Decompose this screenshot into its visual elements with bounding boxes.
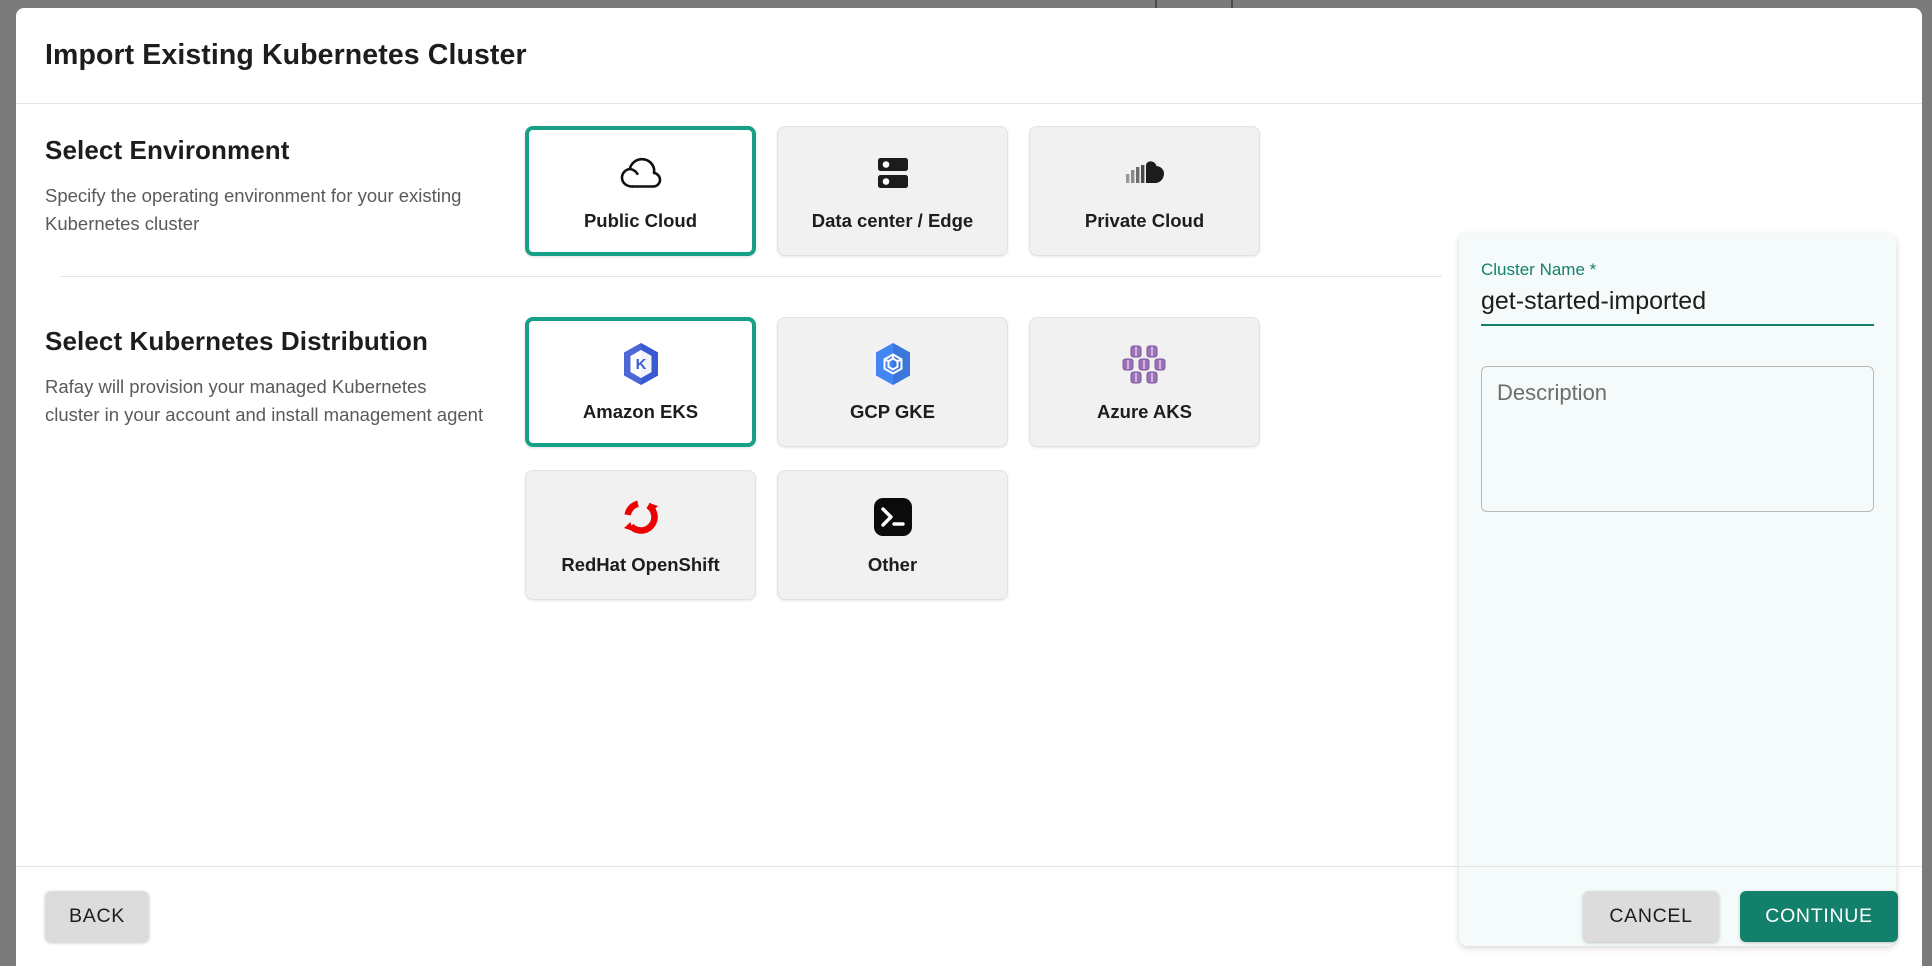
distribution-card-label: GCP GKE — [850, 401, 935, 422]
amazon-eks-icon: K — [620, 341, 662, 387]
dialog-body: Select Environment Specify the operating… — [16, 104, 1922, 946]
import-cluster-dialog: Import Existing Kubernetes Cluster Selec… — [16, 8, 1922, 966]
screen: Import Existing Kubernetes Cluster Selec… — [0, 0, 1932, 966]
distribution-card-azure-aks[interactable]: Azure AKS — [1029, 317, 1260, 447]
section-distribution-description: Rafay will provision your managed Kubern… — [45, 376, 484, 426]
distribution-card-amazon-eks[interactable]: K Amazon EKS — [525, 317, 756, 447]
distribution-card-gcp-gke[interactable]: GCP GKE — [777, 317, 1008, 447]
cancel-button[interactable]: CANCEL — [1583, 891, 1719, 942]
gcp-gke-icon — [872, 341, 914, 387]
section-select-environment: Select Environment Specify the operating… — [45, 104, 1455, 256]
environment-card-label: Private Cloud — [1084, 210, 1205, 231]
distribution-card-label: Azure AKS — [1097, 401, 1192, 422]
cluster-details-panel: Cluster Name * — [1459, 234, 1896, 946]
terminal-icon — [872, 494, 914, 540]
section-environment-title: Select Environment — [45, 135, 290, 165]
distribution-card-label: Other — [867, 554, 918, 575]
section-distribution-text: Select Kubernetes Distribution Rafay wil… — [45, 295, 525, 430]
cloud-outline-icon — [620, 150, 662, 196]
environment-cards: Public Cloud Data center / Edge Private … — [525, 104, 1455, 256]
soundcloud-cloud-icon — [1123, 150, 1167, 196]
distribution-card-other[interactable]: Other — [777, 470, 1008, 600]
server-rack-icon — [874, 150, 912, 196]
cluster-name-label: Cluster Name * — [1481, 260, 1597, 279]
redhat-openshift-icon — [619, 494, 663, 540]
distribution-cards: K Amazon EKS GCP GKE Azure AKS RedHat Op… — [525, 295, 1455, 600]
dialog-footer: BACK CANCEL CONTINUE — [16, 866, 1922, 966]
environment-card-data-center-edge[interactable]: Data center / Edge — [777, 126, 1008, 256]
environment-card-label: Data center / Edge — [811, 210, 974, 231]
section-environment-text: Select Environment Specify the operating… — [45, 104, 525, 239]
footer-actions: CANCEL CONTINUE — [1583, 891, 1898, 942]
continue-button[interactable]: CONTINUE — [1740, 891, 1898, 942]
azure-aks-icon — [1119, 341, 1171, 387]
distribution-card-redhat-openshift[interactable]: RedHat OpenShift — [525, 470, 756, 600]
section-select-distribution: Select Kubernetes Distribution Rafay wil… — [45, 295, 1455, 600]
section-divider — [60, 276, 1442, 277]
distribution-card-label: RedHat OpenShift — [561, 554, 720, 575]
environment-card-public-cloud[interactable]: Public Cloud — [525, 126, 756, 256]
distribution-card-row: RedHat OpenShift Other — [525, 470, 1455, 600]
distribution-card-row: K Amazon EKS GCP GKE Azure AKS — [525, 317, 1455, 447]
distribution-card-label: Amazon EKS — [582, 401, 699, 422]
description-input[interactable] — [1481, 366, 1874, 512]
environment-card-row: Public Cloud Data center / Edge Private … — [525, 126, 1455, 256]
cluster-name-input[interactable] — [1481, 287, 1874, 326]
section-distribution-title: Select Kubernetes Distribution — [45, 326, 428, 356]
selection-column: Select Environment Specify the operating… — [45, 104, 1455, 600]
back-button[interactable]: BACK — [45, 891, 149, 942]
svg-text:K: K — [635, 356, 646, 373]
page-title: Import Existing Kubernetes Cluster — [45, 39, 527, 71]
environment-card-label: Public Cloud — [583, 210, 698, 231]
dialog-header: Import Existing Kubernetes Cluster — [16, 8, 1922, 104]
environment-card-private-cloud[interactable]: Private Cloud — [1029, 126, 1260, 256]
section-environment-description: Specify the operating environment for yo… — [45, 185, 462, 235]
